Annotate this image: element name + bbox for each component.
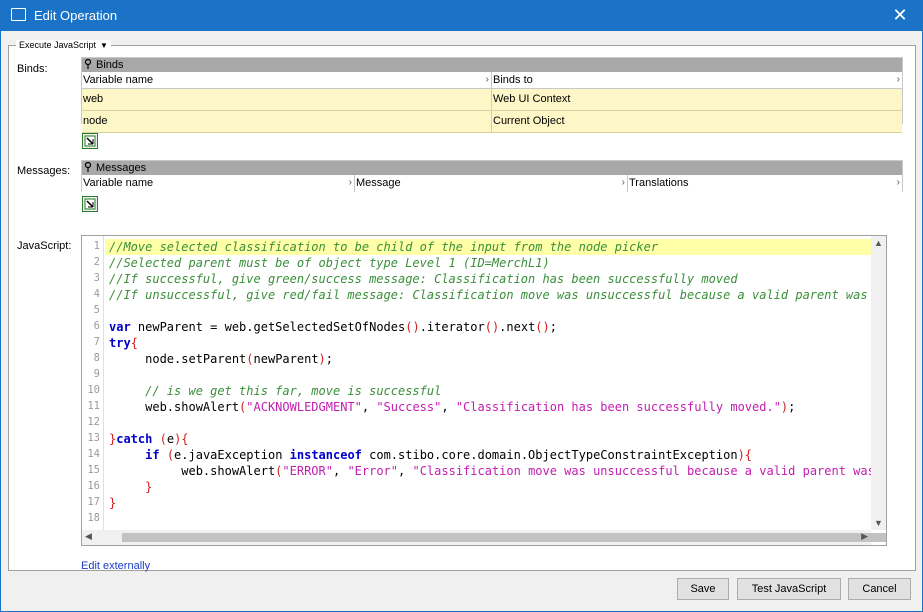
code-line: web.showAlert("ERROR", "Error", "Classif… [109,464,887,478]
line-number: 14 [87,448,100,460]
binds-column-variable[interactable]: Variable name › [82,72,492,88]
line-number: 16 [87,480,100,492]
messages-header: Variable name › Message › Translations › [82,175,902,192]
messages-table: Messages Variable name › Message › Transla… [81,160,903,192]
title-bar: Edit Operation ✕ [0,0,923,31]
javascript-label: JavaScript: [17,240,72,252]
code-line: //Move selected classification to be chi… [109,240,659,254]
close-button[interactable]: ✕ [877,0,923,31]
code-line: if (e.javaException instanceof com.stibo… [145,448,753,462]
operation-group: Execute JavaScript ▼ Binds: Binds Variab… [8,40,916,572]
sort-icon: › [621,177,625,188]
line-number: 11 [87,400,100,412]
messages-column-variable[interactable]: Variable name › [82,175,355,192]
operation-type-label: Execute JavaScript [19,40,97,50]
code-line: try{ [109,336,138,350]
code-line: //If unsuccessful, give red/fail message… [109,288,887,302]
code-line: var newParent = web.getSelectedSetOfNode… [109,320,557,334]
line-number: 1 [93,240,100,252]
chevron-down-icon: ▼ [100,40,108,50]
line-number: 4 [93,288,100,300]
line-number: 9 [93,368,100,380]
line-number: 17 [87,496,100,508]
line-number: 5 [93,304,100,316]
code-line: } [109,496,117,510]
horizontal-scrollbar[interactable]: ◀ ▶ [82,530,886,545]
binds-header: Variable name › Binds to › [82,72,902,89]
test-javascript-button[interactable]: Test JavaScript [737,578,841,600]
dialog-body: Execute JavaScript ▼ Binds: Binds Variab… [0,31,923,612]
scroll-down-icon[interactable]: ▼ [874,518,883,528]
scroll-left-icon[interactable]: ◀ [85,531,92,542]
line-number: 6 [93,320,100,332]
binds-title-text: Binds [96,59,124,71]
code-line: //Selected parent must be of object type… [109,256,550,270]
code-line: // is we get this far, move is successfu… [145,384,442,398]
window-title: Edit Operation [34,8,118,23]
table-row[interactable]: web Web UI Context [82,89,902,111]
bind-target-cell[interactable]: Current Object [492,111,902,132]
edit-icon [84,198,96,210]
code-line: node.setParent(newParent); [109,352,334,366]
sort-icon: › [896,74,900,85]
line-number-gutter: 1 2 3 4 5 6 7 8 9 10 11 12 13 14 15 16 1… [82,236,104,530]
line-number: 18 [87,512,100,524]
line-number: 7 [93,336,100,348]
line-number: 12 [87,416,100,428]
messages-title-text: Messages [96,162,147,174]
binds-table-title: Binds [82,58,902,72]
bind-variable-cell[interactable]: node [82,111,492,132]
line-number: 10 [87,384,100,396]
line-number: 3 [93,272,100,284]
binds-column-bindsto[interactable]: Binds to › [492,72,902,88]
horizontal-scroll-thumb[interactable] [122,533,886,542]
pin-icon [84,58,92,72]
edit-messages-button[interactable] [82,196,98,212]
code-line: } [145,480,153,494]
bind-variable-cell[interactable]: web [82,89,492,110]
code-line: web.showAlert("ACKNOWLEDGMENT", "Success… [109,400,796,414]
messages-label: Messages: [17,165,71,177]
pin-icon [84,161,92,175]
edit-icon [84,135,96,147]
code-line: //If successful, give green/success mess… [109,272,738,286]
line-number: 8 [93,352,100,364]
code-line: }catch (e){ [109,432,189,446]
messages-column-translations[interactable]: Translations › [628,175,902,192]
edit-externally-link[interactable]: Edit externally [81,560,150,572]
messages-table-title: Messages [82,161,902,175]
sort-icon: › [896,177,900,188]
javascript-editor[interactable]: 1 2 3 4 5 6 7 8 9 10 11 12 13 14 15 16 1… [81,235,887,546]
window-icon [11,8,26,21]
messages-column-message[interactable]: Message › [355,175,628,192]
line-number: 2 [93,256,100,268]
edit-binds-button[interactable] [82,133,98,149]
sort-icon: › [485,74,489,85]
save-button[interactable]: Save [677,578,729,600]
operation-type-selector[interactable]: Execute JavaScript ▼ [16,40,111,50]
cancel-button[interactable]: Cancel [848,578,911,600]
table-row[interactable]: node Current Object [82,111,902,133]
binds-table: Binds Variable name › Binds to › web Web U… [81,57,903,133]
line-number: 13 [87,432,100,444]
scroll-right-icon[interactable]: ▶ [861,531,868,542]
line-number: 15 [87,464,100,476]
binds-label: Binds: [17,63,48,75]
vertical-scrollbar[interactable]: ▲ ▼ [871,236,886,530]
bind-target-cell[interactable]: Web UI Context [492,89,902,110]
sort-icon: › [348,177,352,188]
scroll-up-icon[interactable]: ▲ [874,238,883,248]
